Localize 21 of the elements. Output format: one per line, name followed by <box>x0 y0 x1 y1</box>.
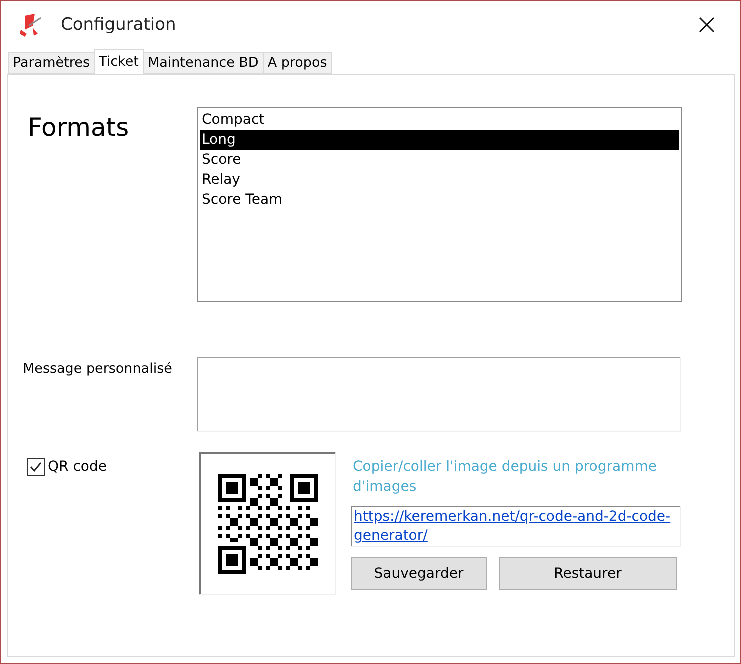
message-label: Message personnalisé <box>22 360 174 377</box>
restore-button[interactable]: Restaurer <box>499 557 677 590</box>
window-title: Configuration <box>61 15 178 35</box>
qr-checkbox[interactable] <box>27 458 45 476</box>
check-icon <box>29 460 43 474</box>
tab[interactable]: A propos <box>262 52 332 74</box>
list-item[interactable]: Score <box>200 150 679 170</box>
save-button[interactable]: Sauvegarder <box>351 557 487 590</box>
message-field[interactable] <box>197 357 681 432</box>
list-item[interactable]: Score Team <box>200 190 679 210</box>
list-item[interactable]: Long <box>200 130 679 150</box>
close-icon <box>699 17 715 33</box>
formats-list[interactable]: Compact Long Score Relay Score Team <box>197 107 682 302</box>
list-item[interactable]: Relay <box>200 170 679 190</box>
app-logo-icon <box>19 12 43 38</box>
paste-hint: Copier/coller l'image depuis un programme d'images <box>352 458 658 497</box>
list-item[interactable]: Compact <box>200 110 679 130</box>
qr-code-label: QR code <box>48 459 107 475</box>
tab[interactable]: Maintenance BD <box>142 52 264 74</box>
tab[interactable]: Paramètres <box>8 52 95 74</box>
formats-label: Formats <box>27 112 130 142</box>
